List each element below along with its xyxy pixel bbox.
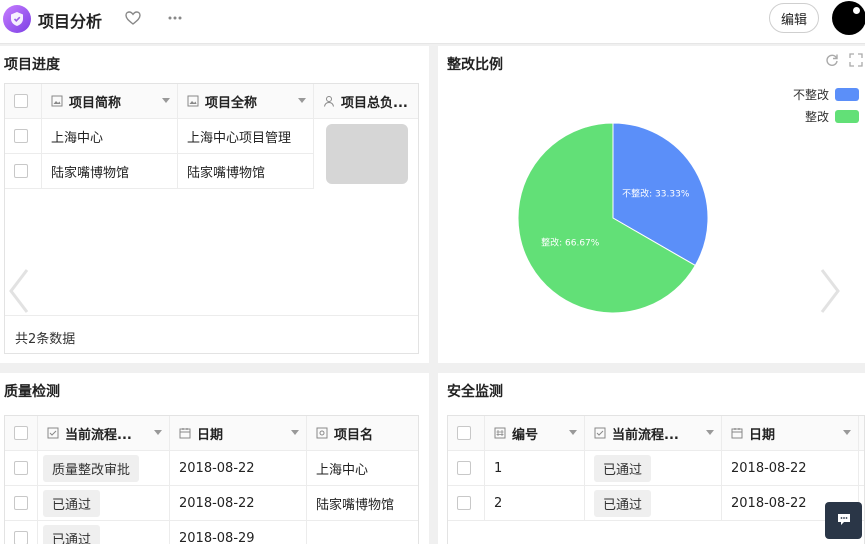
link-column-icon: [316, 427, 328, 439]
cell-project: 上海中心: [316, 462, 369, 478]
safety-card: 安全监测 编号 当前流程... 日期 1 已通过 2018-08-22 2 已通…: [438, 373, 865, 544]
table-row[interactable]: 已通过 2018-08-29: [5, 521, 418, 544]
column-header-date[interactable]: 日期: [722, 416, 859, 450]
status-badge: 已通过: [594, 454, 652, 482]
progress-title: 项目进度: [4, 57, 60, 73]
row-checkbox[interactable]: [14, 461, 28, 475]
cell-date: 2018-08-22: [722, 451, 859, 485]
status-badge: 质量整改审批: [43, 454, 140, 482]
table-row[interactable]: 质量整改审批 2018-08-22 上海中心: [5, 451, 418, 486]
avatar[interactable]: [832, 1, 865, 35]
table-row[interactable]: 已通过 2018-08-22 陆家嘴博物馆: [5, 486, 418, 521]
cell-full-name: 上海中心项目管理: [178, 119, 314, 153]
table-header-row: 当前流程... 日期 项目名: [5, 416, 418, 451]
row-checkbox[interactable]: [457, 496, 471, 510]
progress-card: 项目进度 项目简称 项目全称 项目总负... 上海中心 上海中心项目管理 陆家嘴…: [0, 46, 429, 363]
quality-title: 质量检测: [4, 384, 60, 400]
chat-button[interactable]: [825, 502, 862, 539]
status-badge: 已通过: [43, 524, 101, 544]
table-header-row: 编号 当前流程... 日期: [448, 416, 864, 451]
select-all-checkbox[interactable]: [457, 426, 471, 440]
column-header-date[interactable]: 日期: [170, 416, 307, 450]
column-header-owner[interactable]: 项目总负...: [314, 84, 418, 118]
checkbox-column-icon: [594, 427, 606, 439]
cell-short-name: 陆家嘴博物馆: [42, 154, 178, 188]
column-header-full[interactable]: 项目全称: [178, 84, 314, 118]
table-row[interactable]: 1 已通过 2018-08-22: [448, 451, 864, 486]
edit-button[interactable]: 编辑: [769, 3, 819, 33]
cell-full-name: 陆家嘴博物馆: [178, 154, 314, 188]
cell-date: 2018-08-22: [170, 451, 307, 485]
more-dots-icon[interactable]: [166, 9, 184, 27]
row-checkbox[interactable]: [14, 496, 28, 510]
status-badge: 已通过: [594, 489, 652, 517]
chevron-right-icon[interactable]: [819, 268, 841, 314]
image-column-icon: [187, 95, 199, 107]
column-header-project[interactable]: 项目名: [307, 416, 418, 450]
calendar-icon: [179, 427, 191, 439]
table-header-row: 项目简称 项目全称 项目总负...: [5, 84, 418, 119]
record-count: 共2条数据: [15, 332, 76, 347]
safety-title: 安全监测: [447, 384, 503, 400]
chevron-down-icon[interactable]: [291, 430, 299, 435]
cell-project: [307, 521, 418, 544]
pie-data-label-0: 不整改: 33.33%: [622, 187, 690, 199]
pie-chart: 不整改: 33.33% 整改: 66.67%: [517, 122, 709, 314]
column-header-short[interactable]: 项目简称: [42, 84, 178, 118]
cell-owner: [314, 119, 418, 189]
table-row[interactable]: 上海中心 上海中心项目管理: [5, 119, 418, 189]
image-thumbnail[interactable]: [326, 124, 408, 184]
user-column-icon: [323, 95, 335, 107]
checkbox-column-icon: [47, 427, 59, 439]
table-row[interactable]: 2 已通过 2018-08-22: [448, 486, 864, 521]
row-checkbox[interactable]: [457, 461, 471, 475]
cell-id: 2: [485, 486, 585, 520]
calendar-icon: [731, 427, 743, 439]
chevron-down-icon[interactable]: [162, 98, 170, 103]
chevron-left-icon[interactable]: [8, 268, 30, 314]
row-checkbox[interactable]: [14, 531, 28, 544]
column-header-status[interactable]: 当前流程...: [585, 416, 722, 450]
cell-project: 陆家嘴博物馆: [316, 497, 395, 513]
image-column-icon: [51, 95, 63, 107]
quality-table: 当前流程... 日期 项目名 质量整改审批 2018-08-22 上海中心 已通…: [4, 415, 419, 544]
chevron-down-icon[interactable]: [706, 430, 714, 435]
column-header-status[interactable]: 当前流程...: [38, 416, 170, 450]
shield-icon: [3, 5, 31, 33]
chevron-down-icon[interactable]: [569, 430, 577, 435]
column-header-id[interactable]: 编号: [485, 416, 585, 450]
cell-date: 2018-08-22: [170, 486, 307, 520]
cell-date: 2018-08-29: [170, 521, 307, 544]
pie-data-label-1: 整改: 66.67%: [541, 237, 600, 249]
row-checkbox[interactable]: [14, 164, 28, 178]
progress-table: 项目简称 项目全称 项目总负... 上海中心 上海中心项目管理 陆家嘴博物馆 陆…: [4, 83, 419, 354]
chevron-down-icon[interactable]: [154, 430, 162, 435]
select-all-checkbox[interactable]: [14, 94, 28, 108]
cell-short-name: 上海中心: [42, 119, 178, 153]
divider: [5, 315, 418, 316]
select-all-cell: [5, 84, 42, 118]
page-title: 项目分析: [38, 12, 103, 31]
heart-icon[interactable]: [124, 9, 142, 27]
status-badge: 已通过: [43, 489, 101, 517]
rectify-card: 整改比例 不整改 整改 不整改: 33.33% 整改: 66.67%: [438, 46, 865, 363]
number-column-icon: [494, 427, 506, 439]
row-checkbox[interactable]: [14, 129, 28, 143]
chevron-down-icon[interactable]: [843, 430, 851, 435]
chevron-down-icon[interactable]: [298, 98, 306, 103]
quality-card: 质量检测 当前流程... 日期 项目名 质量整改审批 2018-08-22 上海…: [0, 373, 429, 544]
safety-table: 编号 当前流程... 日期 1 已通过 2018-08-22 2 已通过 201…: [447, 415, 865, 544]
cell-id: 1: [485, 451, 585, 485]
top-bar: 项目分析 编辑: [0, 0, 865, 44]
chat-icon: [836, 511, 852, 531]
select-all-checkbox[interactable]: [14, 426, 28, 440]
